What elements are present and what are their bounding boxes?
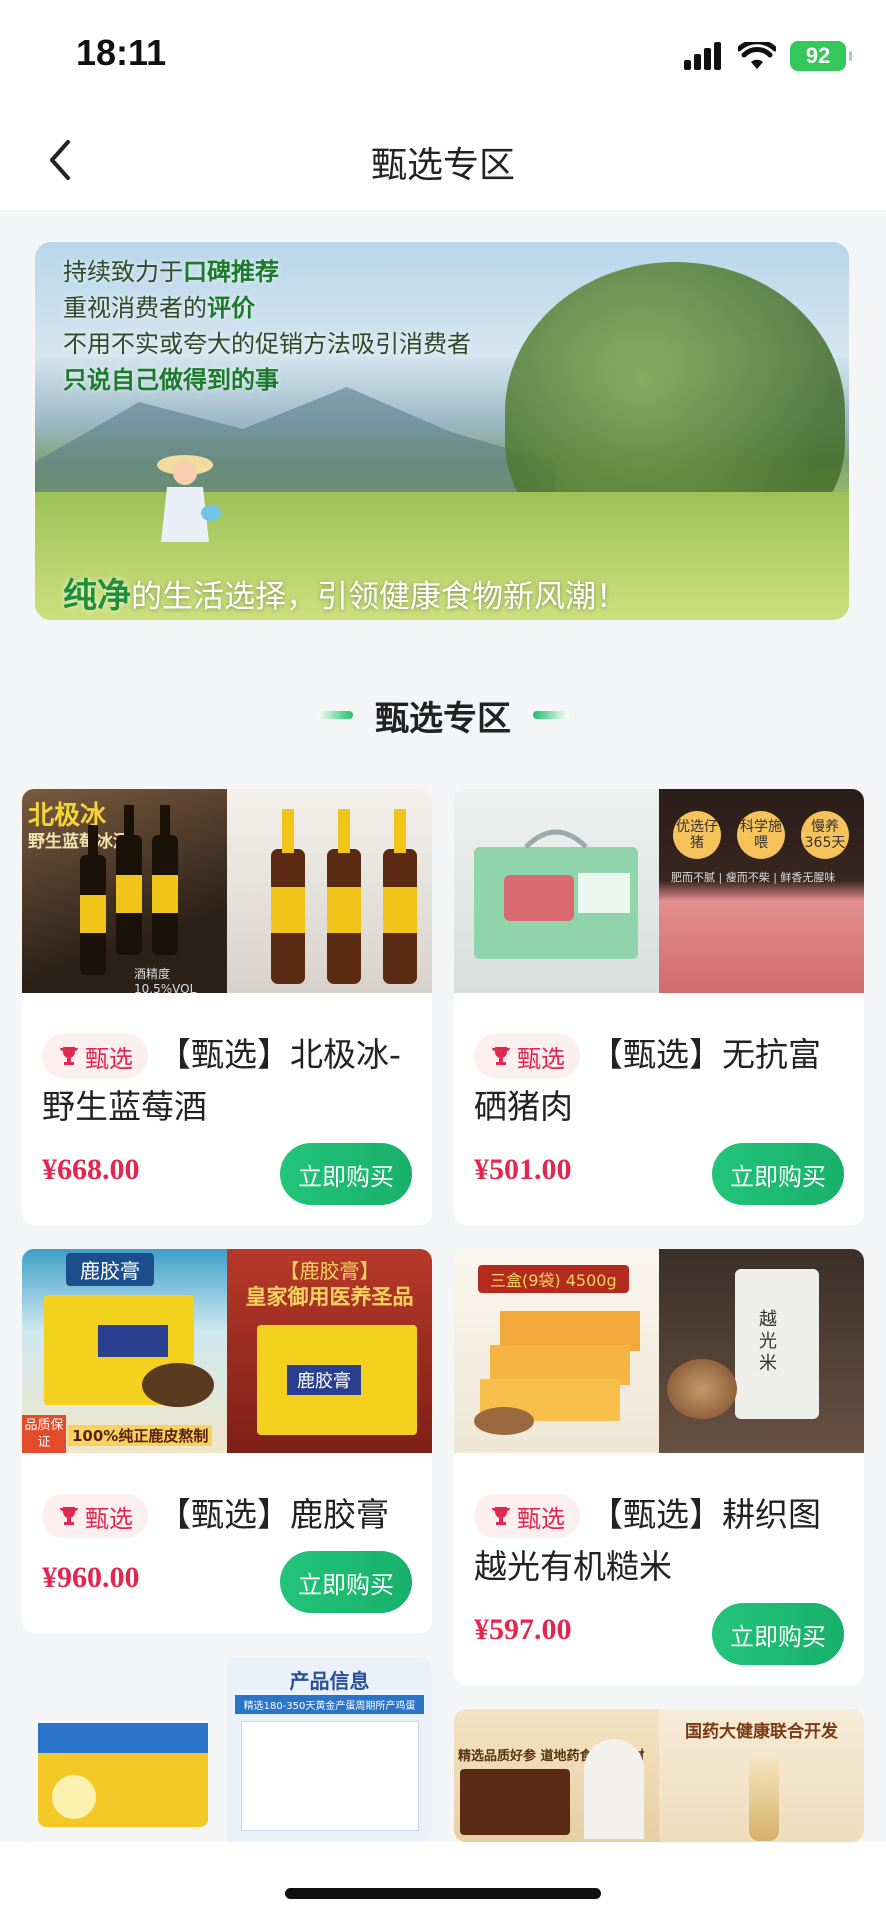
product-card[interactable]: 精选品质好参 道地药食同源食材 国药大健康联合开发 [454, 1709, 864, 1842]
product-image-right: 越光米 [659, 1249, 864, 1453]
banner-line-3: 不用不实或夸大的促销方法吸引消费者 [63, 330, 471, 358]
product-badge: 科学施喂 [737, 811, 785, 859]
product-image-left: 鹿胶膏 品质保证 100%纯正鹿皮熬制 [22, 1249, 227, 1453]
buy-now-button[interactable]: 立即购买 [280, 1551, 412, 1613]
banner-slogan-highlight: 纯净 [63, 576, 131, 616]
product-image[interactable]: 三盒(9袋) 4500g 越光米 [454, 1249, 864, 1453]
buy-now-button[interactable]: 立即购买 [280, 1143, 412, 1205]
battery-icon: 92 [790, 41, 852, 71]
rice-bowl [667, 1359, 737, 1419]
girl-illustration [157, 455, 221, 542]
product-image-right-subtitle: 皇家御用医养圣品 [245, 1285, 414, 1309]
section-header: 甄选专区 [0, 690, 886, 740]
buy-now-button[interactable]: 立即购买 [712, 1603, 844, 1665]
gift-box-icon [44, 1295, 214, 1407]
signal-icon [684, 42, 721, 70]
banner-line-4-text: 只说自己做得到的事 [63, 366, 279, 394]
product-image-right: 【鹿胶膏】 皇家御用医养圣品 鹿胶膏 [227, 1249, 432, 1453]
wine-bottles-icon [80, 805, 178, 975]
product-image-right: 产品信息 精选180-350天黄金产蛋周期所产鸡蛋 [227, 1657, 432, 1842]
product-image-left [454, 789, 659, 993]
home-indicator[interactable] [285, 1888, 601, 1899]
product-image-title: 鹿胶膏 [66, 1253, 154, 1286]
product-price: ¥668.00 [42, 1153, 140, 1186]
product-image-note: 100%纯正鹿皮熬制 [68, 1425, 213, 1446]
wifi-icon [738, 42, 776, 69]
buy-now-button[interactable]: 立即购买 [712, 1143, 844, 1205]
product-badge: 慢养365天 [801, 811, 849, 859]
product-info-table [241, 1721, 419, 1831]
rice-boxes-icon [474, 1311, 640, 1435]
banner-line-1: 持续致力于口碑推荐 [63, 252, 279, 287]
product-box: 鹿胶膏 [257, 1325, 417, 1435]
product-name[interactable]: 【甄选】鹿胶膏 [42, 1489, 414, 1541]
product-image-right-title: 产品信息 [289, 1669, 370, 1693]
product-card[interactable]: 产品信息 精选180-350天黄金产蛋周期所产鸡蛋 [22, 1657, 432, 1842]
section-deco-left [317, 711, 353, 719]
product-image[interactable]: 北极冰 野生蓝莓冰酒 酒精度10.5%VOL [22, 789, 432, 993]
product-image-left: 北极冰 野生蓝莓冰酒 酒精度10.5%VOL [22, 789, 227, 993]
banner-line-1-text: 持续致力于 [63, 258, 183, 286]
page-title: 甄选专区 [370, 145, 515, 186]
rice-bag: 越光米 [735, 1269, 819, 1419]
bottom-safe-area [0, 1842, 886, 1920]
product-price: ¥960.00 [42, 1561, 140, 1594]
promo-banner[interactable]: 持续致力于口碑推荐 重视消费者的评价 不用不实或夸大的促销方法吸引消费者 只说自… [35, 242, 849, 620]
product-name[interactable]: 【甄选】无抗富硒猪肉 [474, 1029, 846, 1133]
product-image-right-title: 【鹿胶膏】 [279, 1259, 380, 1283]
product-box [460, 1769, 570, 1835]
product-card[interactable]: 优选仔猪 科学施喂 慢养365天 肥而不腻 | 瘦而不柴 | 鲜香无腥味 甄选 … [454, 789, 864, 1225]
quality-badge: 品质保证 [22, 1415, 66, 1453]
gift-box-icon [474, 829, 638, 959]
rice-bag-label: 越光米 [759, 1309, 777, 1374]
status-time: 18:11 [76, 32, 167, 73]
product-image[interactable]: 鹿胶膏 品质保证 100%纯正鹿皮熬制 【鹿胶膏】 皇家御用医养圣品 鹿胶膏 [22, 1249, 432, 1453]
banner-slogan-text: 的生活选择，引领健康食物新风潮！ [131, 579, 627, 615]
nav-bar: 甄选专区 [0, 110, 886, 210]
banner-line-2-text: 重视消费者的 [63, 294, 207, 322]
product-badge: 优选仔猪 [673, 811, 721, 859]
product-image-title: 三盒(9袋) 4500g [478, 1265, 629, 1293]
product-image-note: 酒精度10.5%VOL [134, 967, 197, 993]
product-image-left: 精选品质好参 道地药食同源食材 [454, 1709, 659, 1842]
spokesperson [584, 1739, 644, 1839]
product-image-note: 肥而不腻 | 瘦而不柴 | 鲜香无腥味 [671, 871, 836, 884]
product-card[interactable]: 鹿胶膏 品质保证 100%纯正鹿皮熬制 【鹿胶膏】 皇家御用医养圣品 鹿胶膏 甄… [22, 1249, 432, 1633]
product-image-right-subtitle: 精选180-350天黄金产蛋周期所产鸡蛋 [235, 1695, 424, 1714]
status-bar: 18:11 92 [0, 0, 886, 110]
product-image-left [22, 1657, 227, 1842]
ginseng [749, 1755, 779, 1841]
product-box-label: 鹿胶膏 [287, 1365, 361, 1395]
status-icons: 92 [684, 40, 852, 72]
product-image[interactable]: 产品信息 精选180-350天黄金产蛋周期所产鸡蛋 [22, 1657, 432, 1842]
product-image-left: 三盒(9袋) 4500g [454, 1249, 659, 1453]
section-title: 甄选专区 [375, 698, 511, 739]
banner-line-2: 重视消费者的评价 [63, 288, 255, 323]
section-deco-right [533, 711, 569, 719]
banner-slogan: 纯净的生活选择，引领健康食物新风潮！ [63, 568, 627, 617]
product-price: ¥501.00 [474, 1153, 572, 1186]
product-image-right: 优选仔猪 科学施喂 慢养365天 肥而不腻 | 瘦而不柴 | 鲜香无腥味 [659, 789, 864, 993]
product-image-right: 国药大健康联合开发 [659, 1709, 864, 1842]
product-image[interactable]: 优选仔猪 科学施喂 慢养365天 肥而不腻 | 瘦而不柴 | 鲜香无腥味 [454, 789, 864, 993]
product-image-right [227, 789, 432, 993]
product-card[interactable]: 北极冰 野生蓝莓冰酒 酒精度10.5%VOL 甄选 【甄选】北极冰-野生蓝莓酒 … [22, 789, 432, 1225]
product-price: ¥597.00 [474, 1613, 572, 1646]
banner-line-2-highlight: 评价 [207, 294, 255, 322]
product-card[interactable]: 三盒(9袋) 4500g 越光米 甄选 【甄选】耕织图越光有机糙米 ¥597.0… [454, 1249, 864, 1685]
banner-line-1-highlight: 口碑推荐 [183, 258, 279, 286]
product-image-right-title: 国药大健康联合开发 [685, 1722, 838, 1742]
wine-bottles-icon [271, 809, 417, 984]
egg-box-icon [38, 1723, 208, 1827]
battery-level: 92 [805, 43, 831, 68]
product-name[interactable]: 【甄选】耕织图越光有机糙米 [474, 1489, 846, 1593]
banner-line-4: 只说自己做得到的事 [63, 360, 279, 395]
product-image[interactable]: 精选品质好参 道地药食同源食材 国药大健康联合开发 [454, 1709, 864, 1842]
product-name[interactable]: 【甄选】北极冰-野生蓝莓酒 [42, 1029, 414, 1133]
